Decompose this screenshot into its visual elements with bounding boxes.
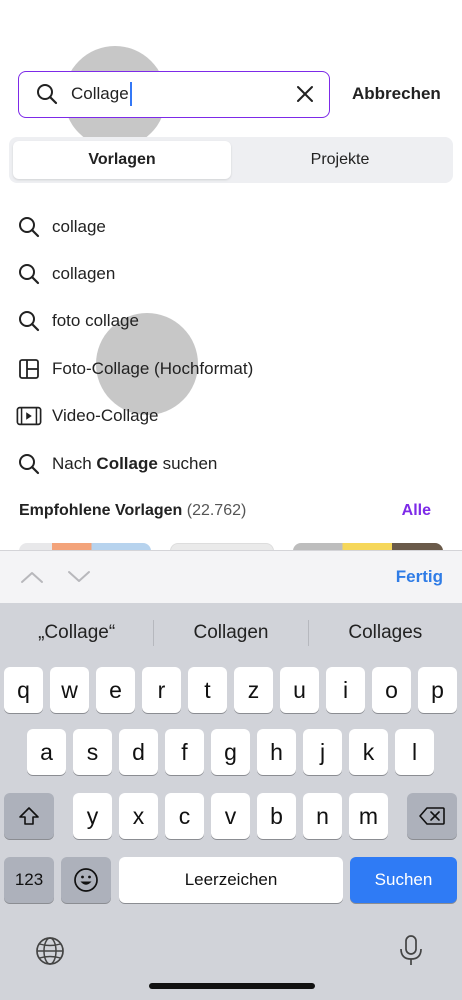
key-s[interactable]: s <box>73 729 112 775</box>
suggestion-item[interactable]: collage <box>0 203 462 250</box>
microphone-icon[interactable] <box>395 935 427 967</box>
suggestion-item[interactable]: collagen <box>0 250 462 297</box>
search-icon <box>16 451 42 477</box>
key-i[interactable]: i <box>326 667 365 713</box>
key-w[interactable]: w <box>50 667 89 713</box>
key-d[interactable]: d <box>119 729 158 775</box>
text-caret <box>129 82 132 106</box>
suggestion-query: Collage <box>96 453 158 473</box>
space-key[interactable]: Leerzeichen <box>119 857 343 903</box>
key-a[interactable]: a <box>27 729 66 775</box>
numbers-key[interactable]: 123 <box>4 857 54 903</box>
chevron-up-icon[interactable] <box>19 565 45 589</box>
key-f[interactable]: f <box>165 729 204 775</box>
keyboard-accessory-bar: Fertig <box>0 550 462 603</box>
suggestion-list: collage collagen foto collage Foto-Colla… <box>0 203 462 487</box>
recommended-header: Empfohlene Vorlagen (22.762) Alle <box>19 498 431 524</box>
key-l[interactable]: l <box>395 729 434 775</box>
tab-projekte[interactable]: Projekte <box>231 141 449 179</box>
prediction-bar: „Collage“ Collagen Collages <box>0 611 462 655</box>
search-field[interactable]: Collage <box>18 70 330 118</box>
suggestion-label: collage <box>52 216 106 236</box>
suggestion-label: collagen <box>52 264 116 284</box>
emoji-key[interactable] <box>61 857 111 903</box>
search-icon <box>35 82 59 106</box>
recommended-count: (22.762) <box>186 502 247 519</box>
key-t[interactable]: t <box>188 667 227 713</box>
suggestion-prefix: Nach <box>52 453 92 473</box>
close-icon[interactable] <box>293 82 317 106</box>
key-p[interactable]: p <box>418 667 457 713</box>
recommended-title: Empfohlene Vorlagen (22.762) <box>19 502 247 519</box>
key-x[interactable]: x <box>119 793 158 839</box>
key-v[interactable]: v <box>211 793 250 839</box>
key-g[interactable]: g <box>211 729 250 775</box>
tab-vorlagen[interactable]: Vorlagen <box>13 141 231 179</box>
key-o[interactable]: o <box>372 667 411 713</box>
key-k[interactable]: k <box>349 729 388 775</box>
key-u[interactable]: u <box>280 667 319 713</box>
segmented-tabs: Vorlagen Projekte <box>9 137 453 183</box>
key-q[interactable]: q <box>4 667 43 713</box>
backspace-icon <box>419 807 445 825</box>
suggestion-item[interactable]: Foto-Collage (Hochformat) <box>0 345 462 392</box>
layout-icon <box>16 356 42 382</box>
key-c[interactable]: c <box>165 793 204 839</box>
suggestion-label: Video-Collage <box>52 406 159 426</box>
cancel-button[interactable]: Abbrechen <box>352 84 441 104</box>
key-e[interactable]: e <box>96 667 135 713</box>
search-return-key[interactable]: Suchen <box>350 857 457 903</box>
search-input[interactable]: Collage <box>71 82 293 106</box>
backspace-key[interactable] <box>407 793 457 839</box>
globe-icon[interactable] <box>34 935 66 967</box>
see-all-link[interactable]: Alle <box>402 502 431 520</box>
key-h[interactable]: h <box>257 729 296 775</box>
suggestion-label: Foto-Collage (Hochformat) <box>52 358 254 378</box>
key-n[interactable]: n <box>303 793 342 839</box>
search-icon <box>16 261 42 287</box>
key-b[interactable]: b <box>257 793 296 839</box>
key-m[interactable]: m <box>349 793 388 839</box>
suggestion-item-search-for[interactable]: Nach Collage suchen <box>0 440 462 487</box>
search-row: Collage Abbrechen <box>18 70 452 118</box>
key-y[interactable]: y <box>73 793 112 839</box>
suggestion-label: foto collage <box>52 311 139 331</box>
prediction-2[interactable]: Collagen <box>154 622 307 644</box>
emoji-icon <box>74 868 98 892</box>
suggestion-suffix: suchen <box>162 453 218 473</box>
shift-key[interactable] <box>4 793 54 839</box>
key-z[interactable]: z <box>234 667 273 713</box>
search-icon <box>16 214 42 240</box>
search-icon <box>16 308 42 334</box>
prediction-3[interactable]: Collages <box>309 622 462 644</box>
video-icon <box>16 403 42 429</box>
suggestion-item[interactable]: Video-Collage <box>0 393 462 440</box>
home-indicator <box>149 983 315 989</box>
key-j[interactable]: j <box>303 729 342 775</box>
chevron-down-icon[interactable] <box>66 565 92 589</box>
key-r[interactable]: r <box>142 667 181 713</box>
prediction-1[interactable]: „Collage“ <box>0 622 153 644</box>
done-button[interactable]: Fertig <box>396 567 443 587</box>
keyboard: „Collage“ Collagen Collages q w e r t z … <box>0 603 462 1000</box>
shift-icon <box>19 807 39 825</box>
suggestion-item[interactable]: foto collage <box>0 298 462 345</box>
